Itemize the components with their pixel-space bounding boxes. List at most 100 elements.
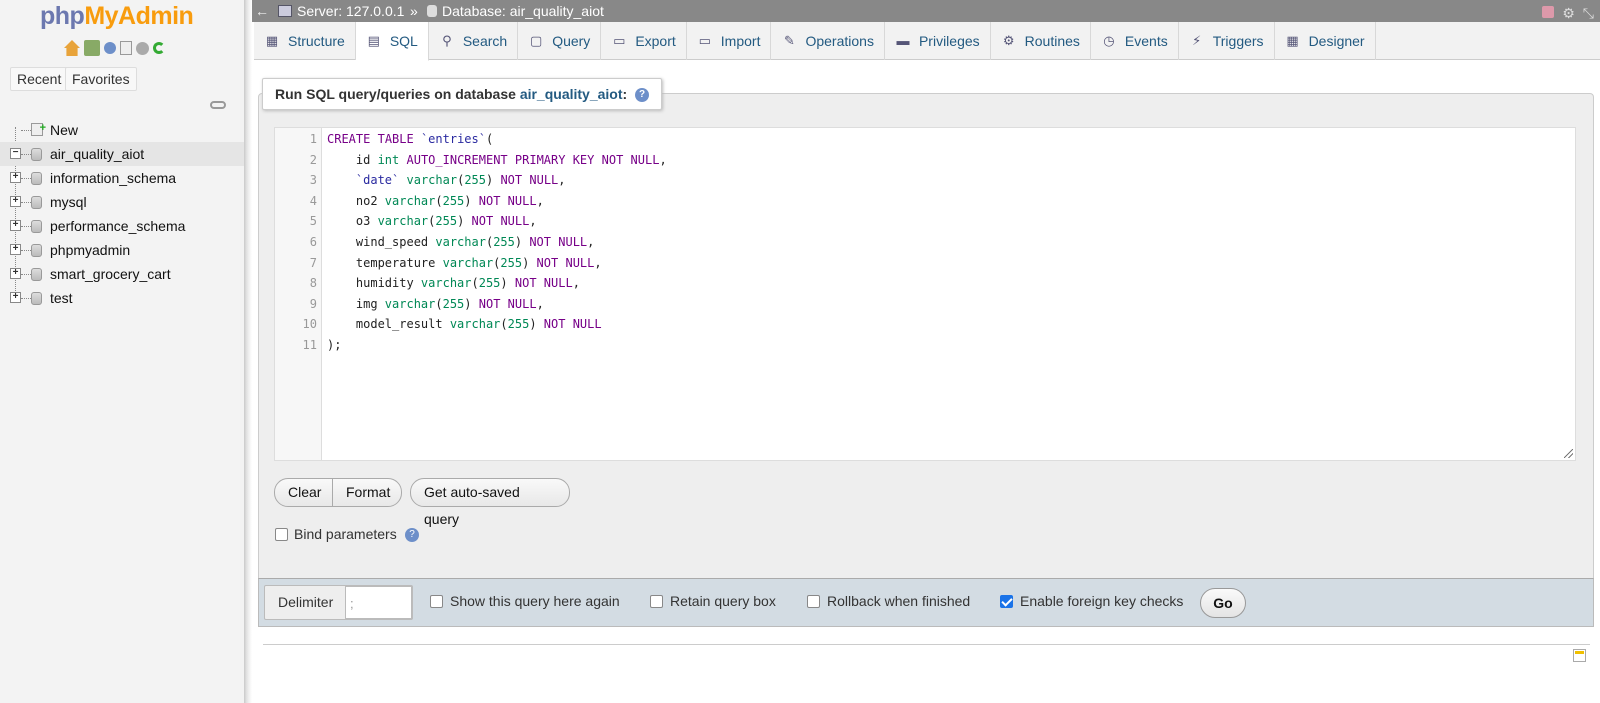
- tree-item-database[interactable]: + performance_schema: [0, 214, 248, 238]
- collapse-icon[interactable]: ⤡: [1583, 2, 1594, 24]
- tree-item-database[interactable]: + phpmyadmin: [0, 238, 248, 262]
- retain-query-box-label[interactable]: Retain query box: [670, 593, 776, 609]
- tab-events[interactable]: ◷ Events: [1091, 22, 1179, 60]
- database-icon: [31, 172, 42, 185]
- tree-item-database[interactable]: − air_quality_aiot: [0, 142, 248, 166]
- tree-connector: [21, 202, 31, 203]
- server-icon: [278, 5, 292, 17]
- get-auto-saved-query-button[interactable]: Get auto-saved query: [410, 478, 570, 527]
- expand-icon[interactable]: +: [10, 244, 21, 255]
- editor-resize-handle-icon[interactable]: [1564, 449, 1573, 458]
- server-breadcrumb-bar: ← Server: 127.0.0.1 » Database: air_qual…: [252, 0, 1600, 22]
- legend-db-link[interactable]: air_quality_aiot: [520, 86, 623, 102]
- tab-label: SQL: [389, 33, 418, 49]
- tab-sql[interactable]: ▤ SQL: [355, 22, 429, 61]
- line-number: 11: [302, 338, 317, 352]
- breadcrumb-database[interactable]: Database: air_quality_aiot: [427, 0, 604, 22]
- tab-export[interactable]: ▭ Export: [601, 22, 687, 60]
- expand-icon[interactable]: +: [10, 196, 21, 207]
- tree-item-database[interactable]: + mysql: [0, 190, 248, 214]
- enable-foreign-key-checks-checkbox[interactable]: [1000, 595, 1013, 608]
- favorites-button[interactable]: Favorites: [65, 67, 137, 91]
- code-line: o3 varchar(255) NOT NULL,: [327, 214, 537, 229]
- tab-structure[interactable]: ▦ Structure: [254, 22, 356, 60]
- collapse-nav-arrow-icon[interactable]: ←: [255, 0, 269, 22]
- bind-parameters-checkbox[interactable]: [275, 528, 288, 541]
- console-toggle-icon[interactable]: [1573, 649, 1586, 662]
- rollback-when-finished-checkbox[interactable]: [807, 595, 820, 608]
- retain-query-box-checkbox[interactable]: [650, 595, 663, 608]
- tab-operations[interactable]: ✎ Operations: [771, 22, 885, 60]
- tab-label: Triggers: [1212, 33, 1264, 49]
- expand-icon[interactable]: +: [10, 268, 21, 279]
- tab-label: Routines: [1024, 33, 1080, 49]
- tree-item-database[interactable]: + test: [0, 286, 248, 310]
- triggers-icon: ⚡: [1192, 33, 1202, 48]
- tree-item-label[interactable]: smart_grocery_cart: [50, 266, 171, 282]
- format-button[interactable]: Format: [332, 478, 402, 507]
- go-button[interactable]: Go: [1200, 588, 1246, 618]
- show-query-again-checkbox[interactable]: [430, 595, 443, 608]
- tab-routines[interactable]: ⚙ Routines: [991, 22, 1091, 60]
- tab-query[interactable]: ▢ Query: [518, 22, 602, 60]
- code-line: humidity varchar(255) NOT NULL,: [327, 276, 580, 291]
- gear-icon[interactable]: ⚙: [1562, 2, 1575, 24]
- tab-triggers[interactable]: ⚡ Triggers: [1179, 22, 1275, 60]
- phpmyadmin-logo[interactable]: phpMyAdmin: [40, 2, 194, 31]
- nav-icon-bar: [64, 40, 165, 56]
- structure-icon: ▦: [265, 33, 279, 48]
- tree-item-label[interactable]: New: [50, 122, 78, 138]
- database-icon: [427, 5, 437, 17]
- tree-connector: [21, 274, 31, 275]
- tree-item-database[interactable]: + information_schema: [0, 166, 248, 190]
- help-icon[interactable]: ?: [635, 88, 650, 103]
- code-line: model_result varchar(255) NOT NULL: [327, 317, 602, 332]
- expand-icon[interactable]: +: [10, 220, 21, 231]
- tab-privileges[interactable]: ▬ Privileges: [885, 22, 991, 60]
- expand-icon[interactable]: +: [10, 172, 21, 183]
- tree-item-label[interactable]: phpmyadmin: [50, 242, 130, 258]
- reload-icon[interactable]: [153, 42, 165, 54]
- code-line: CREATE TABLE `entries`(: [327, 132, 494, 146]
- sql-editor[interactable]: 1 2 3 4 5 6 7 8 9 10 11 CREATE TABLE `entries`( id…: [274, 127, 1576, 461]
- expand-icon[interactable]: +: [10, 292, 21, 303]
- breadcrumb-database-label: Database: air_quality_aiot: [442, 3, 604, 19]
- new-database-icon: [31, 116, 46, 140]
- tree-item-label[interactable]: mysql: [50, 194, 87, 210]
- tree-item-label[interactable]: test: [50, 290, 73, 306]
- tree-item-label[interactable]: air_quality_aiot: [50, 146, 144, 162]
- sql-icon: ▤: [367, 33, 380, 48]
- delimiter-input[interactable]: ;: [345, 586, 412, 619]
- help-icon[interactable]: ?: [405, 528, 419, 542]
- line-number: 6: [309, 235, 317, 249]
- home-icon[interactable]: [64, 40, 80, 56]
- nav-resizer[interactable]: [244, 0, 252, 703]
- tree-item-label[interactable]: performance_schema: [50, 218, 185, 234]
- logout-icon[interactable]: [84, 40, 100, 56]
- code-line: temperature varchar(255) NOT NULL,: [327, 255, 602, 270]
- help-icon[interactable]: [104, 42, 116, 54]
- bind-parameters-label[interactable]: Bind parameters: [294, 526, 397, 542]
- recent-button[interactable]: Recent: [10, 67, 69, 91]
- clear-button[interactable]: Clear: [274, 478, 333, 507]
- show-query-again-label[interactable]: Show this query here again: [450, 593, 620, 609]
- link-with-main-panel-icon[interactable]: [210, 101, 226, 109]
- tab-designer[interactable]: ▦ Designer: [1275, 22, 1376, 60]
- tree-item-database[interactable]: + smart_grocery_cart: [0, 262, 248, 286]
- collapse-icon[interactable]: −: [10, 148, 21, 159]
- code-line: );: [327, 338, 342, 352]
- line-number: 5: [309, 214, 317, 229]
- settings-icon[interactable]: [136, 41, 149, 55]
- enable-foreign-key-checks-label[interactable]: Enable foreign key checks: [1020, 593, 1183, 609]
- rollback-when-finished-label[interactable]: Rollback when finished: [827, 593, 970, 609]
- line-number: 3: [309, 173, 317, 188]
- breadcrumb-server[interactable]: Server: 127.0.0.1: [278, 0, 404, 22]
- lock-icon[interactable]: [1542, 6, 1555, 18]
- tab-search[interactable]: ⚲ Search: [429, 22, 519, 60]
- tree-item-label[interactable]: information_schema: [50, 170, 176, 186]
- wrench-icon: ✎: [784, 33, 795, 48]
- tree-item-new[interactable]: New: [0, 116, 248, 142]
- docs-icon[interactable]: [120, 41, 132, 55]
- tree-connector: [21, 298, 31, 299]
- tab-import[interactable]: ▭ Import: [687, 22, 772, 60]
